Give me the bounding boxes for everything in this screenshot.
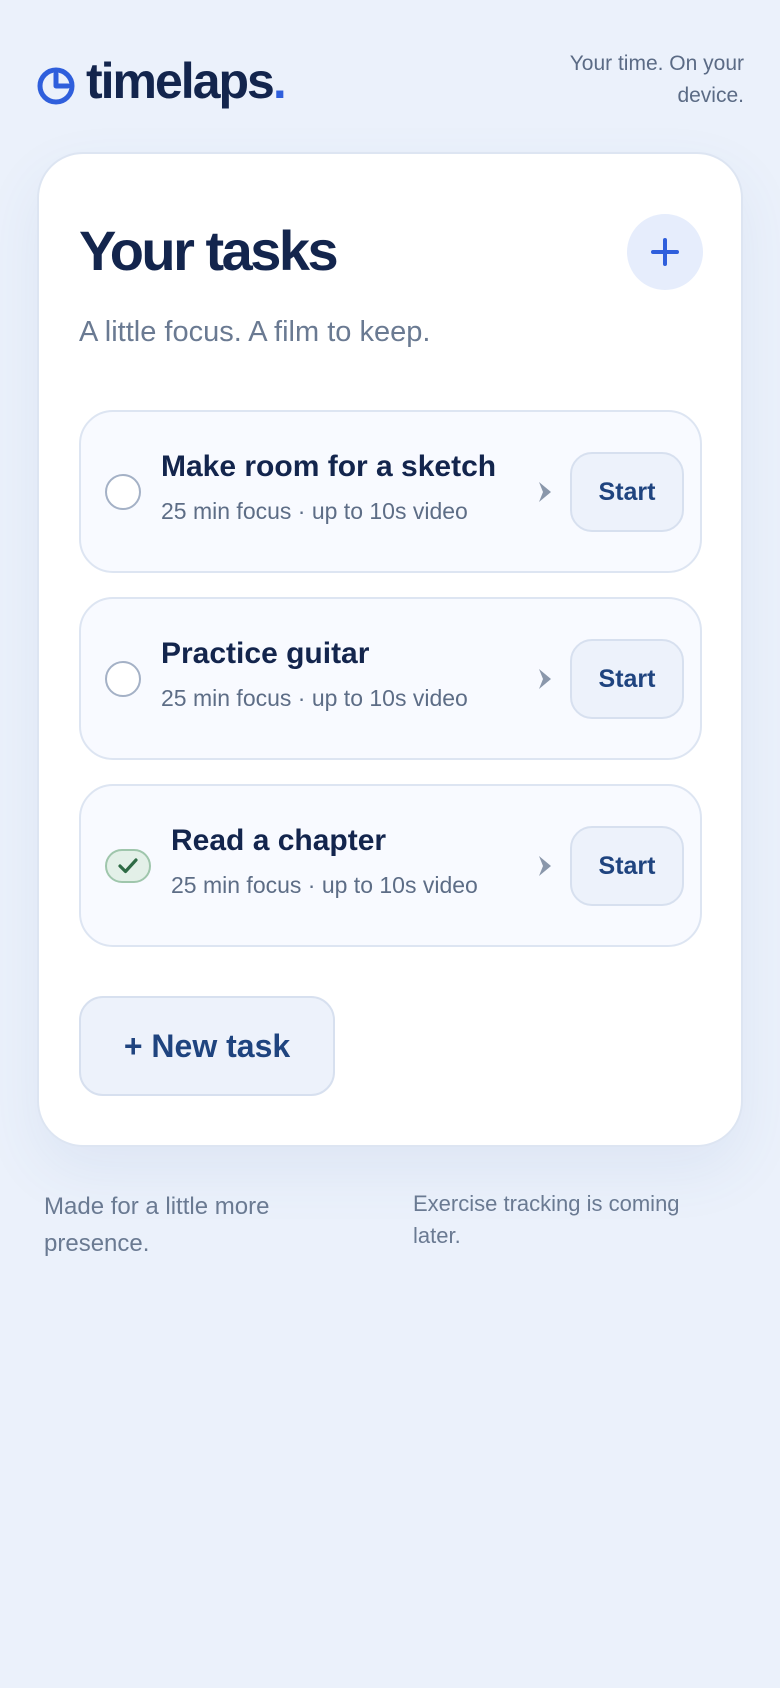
- new-task-button[interactable]: + New task: [79, 996, 335, 1096]
- chevron-right-icon: [539, 482, 551, 502]
- page-title: Your tasks: [79, 219, 339, 282]
- task-checkbox[interactable]: [105, 661, 141, 697]
- add-task-button[interactable]: [627, 214, 703, 290]
- brand-dot: .: [272, 53, 287, 109]
- header: timelaps. Your time. On your device.: [36, 48, 744, 118]
- tagline: Your time. On your device.: [569, 52, 744, 107]
- task-name: Practice guitar: [161, 637, 370, 670]
- chevron-right-icon: [539, 669, 551, 689]
- task-name: Make room for a sketch: [161, 450, 497, 483]
- check-icon: [118, 858, 138, 874]
- task-checkbox-checked[interactable]: [105, 849, 151, 883]
- task-text: Make room for a sketch 25 min focus · up…: [161, 450, 496, 525]
- start-button[interactable]: Start: [570, 452, 684, 532]
- task-meta: 25 min focus · up to 10s video: [161, 685, 468, 711]
- page-subtitle: A little focus. A film to keep.: [79, 316, 431, 348]
- start-button[interactable]: Start: [570, 826, 684, 906]
- brand-logo[interactable]: timelaps.: [36, 52, 287, 110]
- task-checkbox[interactable]: [105, 474, 141, 510]
- brand-name: timelaps.: [86, 53, 287, 109]
- task-list: Make room for a sketch 25 min focus · up…: [79, 410, 702, 971]
- footer-note-left: Made for a little more presence.: [44, 1193, 270, 1257]
- tasks-card: Your tasks A little focus. A film to kee…: [37, 152, 743, 1147]
- chevron-right-icon: [539, 856, 551, 876]
- task-item[interactable]: Read a chapter 25 min focus · up to 10s …: [79, 784, 702, 947]
- footer-note-right: Exercise tracking is coming later.: [413, 1191, 680, 1248]
- task-meta: 25 min focus · up to 10s video: [171, 872, 478, 898]
- plus-icon: [651, 238, 679, 266]
- task-item[interactable]: Practice guitar 25 min focus · up to 10s…: [79, 597, 702, 760]
- task-text: Practice guitar 25 min focus · up to 10s…: [161, 637, 468, 712]
- page: timelaps. Your time. On your device. You…: [0, 0, 780, 1688]
- clock-pie-icon: [37, 67, 75, 105]
- task-item[interactable]: Make room for a sketch 25 min focus · up…: [79, 410, 702, 573]
- task-text: Read a chapter 25 min focus · up to 10s …: [171, 824, 478, 899]
- task-name: Read a chapter: [171, 824, 387, 857]
- start-button[interactable]: Start: [570, 639, 684, 719]
- task-meta: 25 min focus · up to 10s video: [161, 498, 468, 524]
